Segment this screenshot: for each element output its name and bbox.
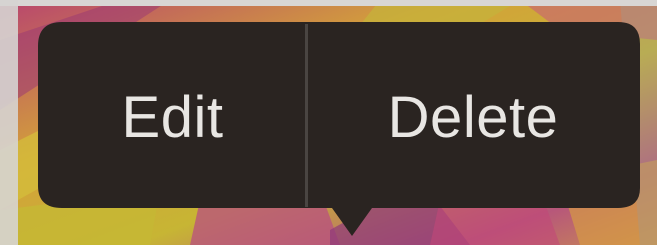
edit-button[interactable]: Edit [40, 30, 305, 205]
delete-button[interactable]: Delete [308, 30, 638, 205]
screenshot-frame: Edit Delete [0, 0, 657, 245]
